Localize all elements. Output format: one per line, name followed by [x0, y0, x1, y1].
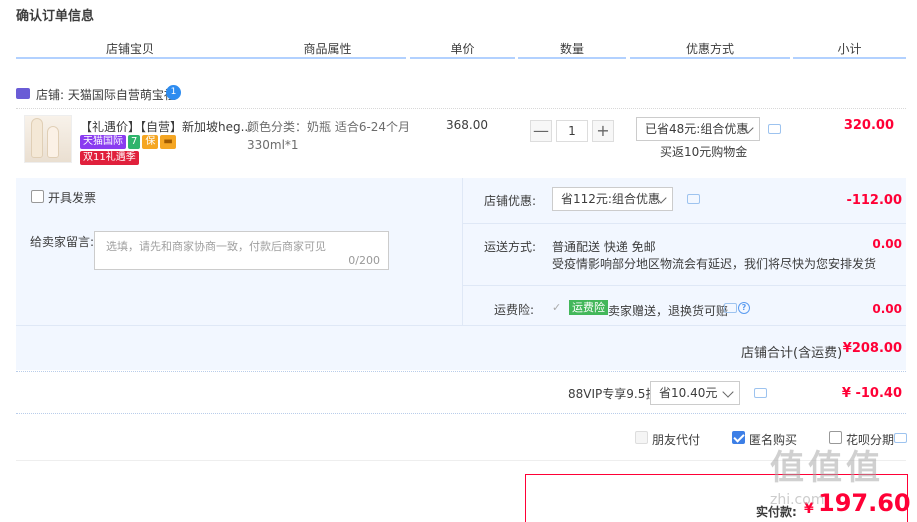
header-divider	[518, 57, 626, 59]
message-placeholder: 选填，请先和商家协商一致，付款后商家可见	[106, 240, 326, 253]
message-counter: 0/200	[348, 254, 380, 267]
site-watermark: 值值值	[770, 448, 884, 488]
invoice-checkbox[interactable]	[31, 190, 44, 203]
product-attributes: 颜色分类：奶瓶 适合6-24个月 330ml*1	[247, 120, 411, 152]
discount-note: 买返10元购物金	[660, 145, 748, 159]
chat-bubble-icon[interactable]	[754, 388, 767, 398]
double11-tag: 双11礼遇季	[80, 151, 139, 165]
chat-badge-icon[interactable]: 1	[166, 85, 181, 100]
product-thumbnail[interactable]	[24, 115, 72, 163]
col-header-discount: 优惠方式	[685, 42, 734, 56]
col-header-qty: 数量	[559, 42, 584, 56]
panel-divider	[462, 178, 463, 325]
site-watermark-url: zhi.com	[770, 492, 825, 508]
shop-total-value: ¥208.00	[842, 341, 902, 356]
discount-select[interactable]: 已省48元:组合优惠	[636, 117, 760, 141]
chat-bubble-icon[interactable]	[724, 303, 737, 313]
product-title[interactable]: 【礼遇价】【自营】新加坡heg...	[80, 118, 252, 135]
quantity-increase-button[interactable]: +	[592, 120, 614, 142]
shop-icon	[16, 88, 30, 99]
tmall-global-tag: 天猫国际	[80, 135, 126, 149]
header-divider	[410, 57, 515, 59]
bottle-image	[31, 118, 43, 158]
shop-name[interactable]: 店铺: 天猫国际自营萌宝社	[36, 86, 176, 103]
product-tags: 天猫国际 7 保 ▬	[80, 135, 176, 149]
anonymous-checkbox[interactable]	[732, 431, 745, 444]
message-textarea[interactable]: 选填，请先和商家协商一致，付款后商家可见 0/200	[94, 231, 389, 270]
col-header-price: 单价	[450, 42, 475, 56]
shipping-notice: 受疫情影响部分地区物流会有延迟，我们将尽快为您安排发货	[552, 257, 877, 271]
insurance-badge: 运费险	[569, 300, 608, 315]
panel-divider	[16, 325, 906, 326]
panel-divider	[462, 285, 906, 286]
header-divider	[630, 57, 790, 59]
friend-pay-label: 朋友代付	[652, 433, 701, 447]
help-icon[interactable]: ?	[738, 302, 750, 314]
section-divider	[16, 371, 906, 372]
message-label: 给卖家留言:	[30, 235, 95, 249]
friend-pay-checkbox[interactable]	[635, 431, 648, 444]
chat-bubble-icon[interactable]	[687, 194, 700, 204]
shipping-label: 运送方式:	[484, 240, 537, 254]
header-divider	[793, 57, 906, 59]
insurance-label: 运费险:	[494, 303, 535, 317]
final-total-value: 197.60	[818, 489, 911, 517]
discount-select-value: 已省48元:组合优惠	[645, 122, 749, 136]
col-header-item: 店铺宝贝	[105, 42, 154, 56]
col-header-attr: 商品属性	[303, 42, 352, 56]
shop-discount-label: 店铺优惠:	[484, 194, 537, 208]
card-icon: ▬	[160, 135, 176, 149]
bottle-image	[47, 126, 59, 158]
vip-select[interactable]: 省10.40元	[650, 381, 740, 405]
shop-discount-value: -112.00	[846, 193, 902, 208]
chevron-down-icon	[722, 386, 734, 398]
chat-bubble-icon[interactable]	[768, 124, 781, 134]
chat-bubble-icon[interactable]	[894, 433, 907, 443]
vip-select-value: 省10.40元	[659, 386, 718, 400]
quantity-decrease-button[interactable]: —	[530, 120, 552, 142]
shipping-method: 普通配送 快递 免邮	[552, 240, 656, 254]
product-row: 【礼遇价】【自营】新加坡heg... 天猫国际 7 保 ▬ 双11礼遇季 颜色分…	[16, 108, 906, 178]
insurance-text: 卖家赠送，退换货可赔	[608, 304, 729, 318]
page-title: 确认订单信息	[16, 9, 95, 24]
shop-row: 店铺: 天猫国际自营萌宝社 1	[16, 85, 616, 103]
shop-total-label: 店铺合计(含运费)	[741, 346, 843, 361]
guarantee-tag: 保	[142, 135, 159, 149]
seven-day-return-tag: 7	[128, 135, 141, 149]
insurance-check-icon: ✓	[552, 301, 562, 314]
vip-value: ¥ -10.40	[841, 386, 902, 401]
shipping-value: 0.00	[872, 237, 902, 251]
col-header-subtotal: 小计	[837, 42, 862, 56]
item-subtotal: 320.00	[843, 118, 894, 133]
invoice-label: 开具发票	[48, 191, 97, 205]
shop-discount-select[interactable]: 省112元:组合优惠	[552, 187, 673, 211]
section-divider	[16, 413, 906, 414]
shop-discount-select-value: 省112元:组合优惠	[561, 192, 660, 206]
vip-label: 88VIP专享9.5折	[568, 387, 658, 401]
insurance-value: 0.00	[872, 302, 902, 316]
panel-divider	[462, 223, 906, 224]
unit-price: 368.00	[446, 118, 488, 132]
header-divider	[16, 57, 406, 59]
quantity-input[interactable]: 1	[556, 120, 588, 142]
